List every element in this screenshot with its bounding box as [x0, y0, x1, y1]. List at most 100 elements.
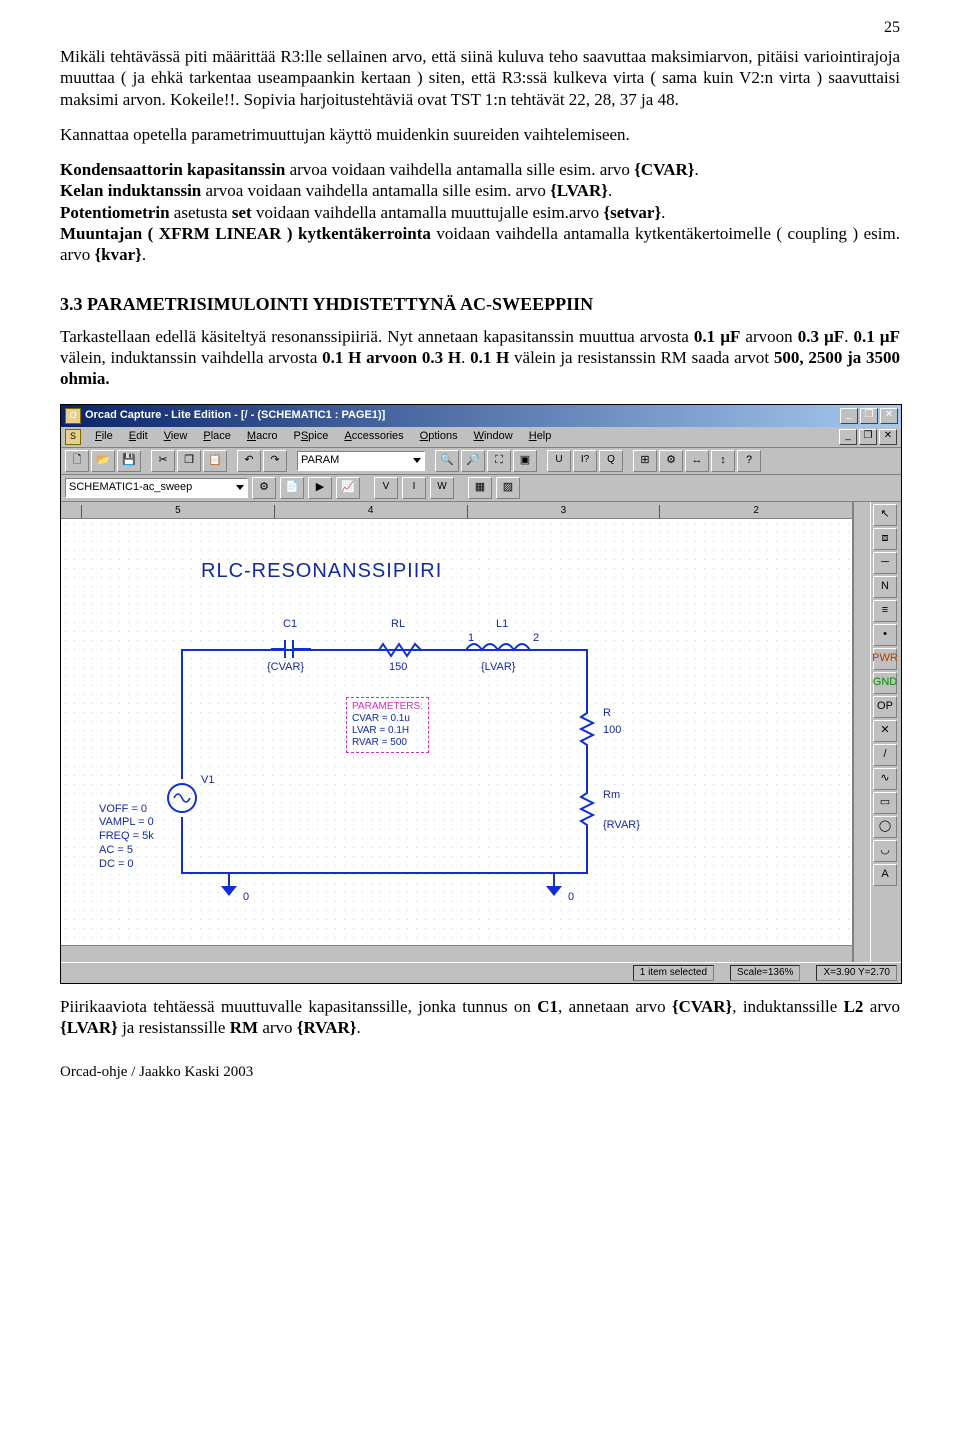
zoom-out-button[interactable]: 🔎 — [461, 450, 485, 472]
p5j: 0.1 H — [470, 348, 509, 367]
wire[interactable] — [183, 649, 271, 651]
inductor-l1[interactable] — [466, 641, 536, 659]
line-tool[interactable]: / — [873, 744, 897, 766]
wire[interactable] — [311, 649, 371, 651]
palette: ↖ ⧈ ─ N ≡ • PWR GND OP ✕ / ∿ ▭ ◯ ◡ A — [870, 502, 901, 962]
child-close-button[interactable]: ✕ — [879, 429, 897, 445]
wire[interactable] — [536, 649, 586, 651]
junction-tool[interactable]: • — [873, 624, 897, 646]
capacitor-c1[interactable] — [271, 637, 311, 661]
noconnect-tool[interactable]: ✕ — [873, 720, 897, 742]
open-button[interactable]: 📂 — [91, 450, 115, 472]
sim-settings-button[interactable]: ⚙ — [252, 477, 276, 499]
p4i: Potentiometrin — [60, 203, 170, 222]
resistor-r[interactable] — [579, 709, 595, 749]
wire[interactable] — [181, 872, 586, 874]
w-marker-button[interactable]: W — [430, 477, 454, 499]
scrollbar-vertical[interactable] — [853, 502, 870, 962]
p6m: . — [357, 1018, 361, 1037]
undo-button[interactable]: ↶ — [237, 450, 261, 472]
label-rl-value: 150 — [389, 661, 407, 675]
ground-right[interactable] — [546, 872, 562, 896]
wire[interactable] — [431, 649, 466, 651]
pointer-tool[interactable]: ↖ — [873, 504, 897, 526]
maximize-button[interactable]: ❐ — [860, 408, 878, 424]
text-tool[interactable]: A — [873, 864, 897, 886]
tool-t4-button[interactable]: ↕ — [711, 450, 735, 472]
power-tool[interactable]: PWR — [873, 648, 897, 670]
p4o: Muuntajan ( XFRM LINEAR ) kytkentäkerroi… — [60, 224, 431, 243]
tool-q-button[interactable]: Q — [599, 450, 623, 472]
titlebar[interactable]: O Orcad Capture - Lite Edition - [/ - (S… — [61, 405, 901, 427]
wire[interactable] — [586, 749, 588, 789]
scrollbar-horizontal[interactable] — [61, 945, 852, 962]
new-button[interactable]: 🗋 — [65, 450, 89, 472]
source-v1[interactable] — [167, 779, 197, 817]
zoom-fit-button[interactable]: ▣ — [513, 450, 537, 472]
p6g: arvo — [863, 997, 900, 1016]
menu-accessories[interactable]: Accessories — [336, 429, 411, 445]
plot-button[interactable]: 📈 — [336, 477, 360, 499]
paste-button[interactable]: 📋 — [203, 450, 227, 472]
p6f: L2 — [844, 997, 864, 1016]
menu-help[interactable]: Help — [521, 429, 560, 445]
copy-button[interactable]: ❐ — [177, 450, 201, 472]
schematic-canvas[interactable]: RLC-RESONANSSIPIIRI — [61, 519, 852, 945]
rect-tool[interactable]: ▭ — [873, 792, 897, 814]
label-v1-params: VOFF = 0 VAMPL = 0 FREQ = 5k AC = 5 DC =… — [99, 803, 154, 872]
offpage-tool[interactable]: OP — [873, 696, 897, 718]
bus-tool[interactable]: ≡ — [873, 600, 897, 622]
resistor-rl[interactable] — [371, 642, 431, 658]
cut-button[interactable]: ✂ — [151, 450, 175, 472]
part-tool[interactable]: ⧈ — [873, 528, 897, 550]
net-tool[interactable]: N — [873, 576, 897, 598]
child-minimize-button[interactable]: _ — [839, 429, 857, 445]
menu-edit[interactable]: Edit — [121, 429, 156, 445]
sim-new-button[interactable]: 📄 — [280, 477, 304, 499]
wire[interactable] — [586, 649, 588, 709]
close-button[interactable]: ✕ — [880, 408, 898, 424]
minimize-button[interactable]: _ — [840, 408, 858, 424]
v-marker-button[interactable]: V — [374, 477, 398, 499]
menu-view[interactable]: View — [156, 429, 196, 445]
label-c1: C1 — [283, 618, 297, 632]
session-combo[interactable]: SCHEMATIC1-ac_sweep — [65, 478, 248, 498]
child-maximize-button[interactable]: ❐ — [859, 429, 877, 445]
zoom-in-button[interactable]: 🔍 — [435, 450, 459, 472]
wire-tool[interactable]: ─ — [873, 552, 897, 574]
redo-button[interactable]: ↷ — [263, 450, 287, 472]
parameters-box[interactable]: PARAMETERS: CVAR = 0.1u LVAR = 0.1H RVAR… — [346, 697, 429, 753]
tool-t3-button[interactable]: ↔ — [685, 450, 709, 472]
label-gnd-left: 0 — [243, 891, 249, 905]
polyline-tool[interactable]: ∿ — [873, 768, 897, 790]
tool-i-button[interactable]: I? — [573, 450, 597, 472]
run-button[interactable]: ▶ — [308, 477, 332, 499]
p4b: arvoa voidaan vaihdella antamalla sille … — [285, 160, 634, 179]
extra2-button[interactable]: ▨ — [496, 477, 520, 499]
zoom-area-button[interactable]: ⛶ — [487, 450, 511, 472]
menu-window[interactable]: Window — [466, 429, 521, 445]
menu-options[interactable]: Options — [412, 429, 466, 445]
wire[interactable] — [181, 817, 183, 872]
part-combo[interactable]: PARAM — [297, 451, 425, 471]
menu-macro[interactable]: Macro — [239, 429, 286, 445]
body-paragraph-1: Mikäli tehtävässä piti määrittää R3:lle … — [60, 46, 900, 110]
p6e: , induktanssille — [732, 997, 843, 1016]
i-marker-button[interactable]: I — [402, 477, 426, 499]
extra1-button[interactable]: ▦ — [468, 477, 492, 499]
ground-tool[interactable]: GND — [873, 672, 897, 694]
ellipse-tool[interactable]: ◯ — [873, 816, 897, 838]
tool-u-button[interactable]: U — [547, 450, 571, 472]
arc-tool[interactable]: ◡ — [873, 840, 897, 862]
wire[interactable] — [586, 829, 588, 874]
menu-place[interactable]: Place — [195, 429, 239, 445]
help-button[interactable]: ? — [737, 450, 761, 472]
menu-file[interactable]: File — [87, 429, 121, 445]
wire[interactable] — [181, 649, 183, 779]
tool-t2-button[interactable]: ⚙ — [659, 450, 683, 472]
menu-pspice[interactable]: PSpice — [285, 429, 336, 445]
resistor-rm[interactable] — [579, 789, 595, 829]
save-button[interactable]: 💾 — [117, 450, 141, 472]
ground-left[interactable] — [221, 872, 237, 896]
tool-t1-button[interactable]: ⊞ — [633, 450, 657, 472]
